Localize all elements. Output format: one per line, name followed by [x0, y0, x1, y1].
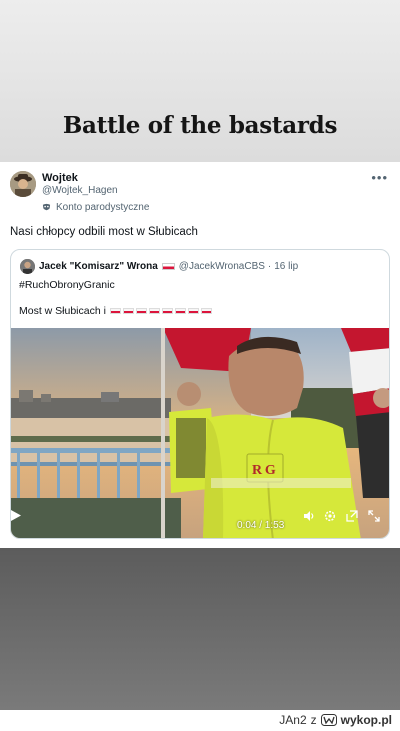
poland-flag-icon: [122, 308, 134, 314]
poland-flag-icon: [174, 308, 186, 314]
watermark-site: wykop.pl: [340, 713, 392, 727]
mask-icon: [42, 203, 51, 211]
quote-author-name[interactable]: Jacek "Komisarz" Wrona: [39, 261, 158, 272]
poland-flag-icon: [187, 308, 199, 314]
wykop-logo-icon: [320, 714, 337, 726]
tweet-card[interactable]: Wojtek @Wojtek_Hagen ••• Konto parodysty…: [0, 162, 400, 548]
video-player[interactable]: R G 0:04 / 1:53: [11, 328, 389, 538]
settings-icon[interactable]: [324, 510, 336, 522]
meme-bottom-band: [0, 548, 400, 710]
poland-flag-icon: [148, 308, 160, 314]
author-handle[interactable]: @Wojtek_Hagen: [42, 185, 118, 196]
watermark-via: z: [310, 713, 317, 727]
more-horizontal-icon[interactable]: •••: [371, 170, 388, 185]
watermark-user: JAn2: [279, 713, 307, 727]
author-name[interactable]: Wojtek: [42, 172, 78, 184]
fullscreen-icon[interactable]: [368, 510, 380, 522]
poland-flag-icon: [200, 308, 212, 314]
play-icon[interactable]: [11, 510, 21, 521]
quote-author-avatar[interactable]: [20, 259, 35, 274]
popout-icon[interactable]: [346, 510, 358, 522]
video-frame: R G: [11, 328, 389, 538]
video-timecode: 0:04 / 1:53: [237, 520, 285, 531]
video-controls: 0:04 / 1:53: [11, 510, 389, 538]
poland-flag-icon: [161, 308, 173, 314]
quoted-tweet[interactable]: Jacek "Komisarz" Wrona @JacekWronaCBS · …: [10, 249, 390, 539]
poland-flag-icon: [135, 308, 147, 314]
meme-top-band: Battle of the bastards: [0, 0, 400, 162]
quote-header: Jacek "Komisarz" Wrona @JacekWronaCBS · …: [39, 261, 298, 272]
parody-label-row: Konto parodystyczne: [42, 202, 149, 213]
tweet-text: Nasi chłopcy odbili most w Słubicach: [10, 226, 198, 238]
vest-logo: R G: [252, 463, 276, 478]
watermark-footer: JAn2 z wykop.pl: [0, 710, 400, 731]
watermark: JAn2 z wykop.pl: [279, 713, 392, 727]
quote-text-row: Most w Słubicach i: [19, 305, 212, 317]
meme-title: Battle of the bastards: [62, 112, 338, 139]
quote-date[interactable]: 16 lip: [274, 261, 298, 272]
author-avatar[interactable]: [10, 171, 36, 197]
quote-hashtag[interactable]: #RuchObronyGranic: [19, 279, 115, 291]
volume-icon[interactable]: [303, 510, 315, 522]
quote-separator: ·: [267, 261, 272, 272]
poland-flag-icon: [109, 308, 121, 314]
quote-text: Most w Słubicach i: [19, 305, 106, 317]
poland-flag-icon: [161, 263, 175, 270]
parody-label: Konto parodystyczne: [56, 202, 150, 213]
quote-author-handle[interactable]: @JacekWronaCBS: [179, 261, 265, 272]
flag-emoji-row: [109, 308, 212, 314]
